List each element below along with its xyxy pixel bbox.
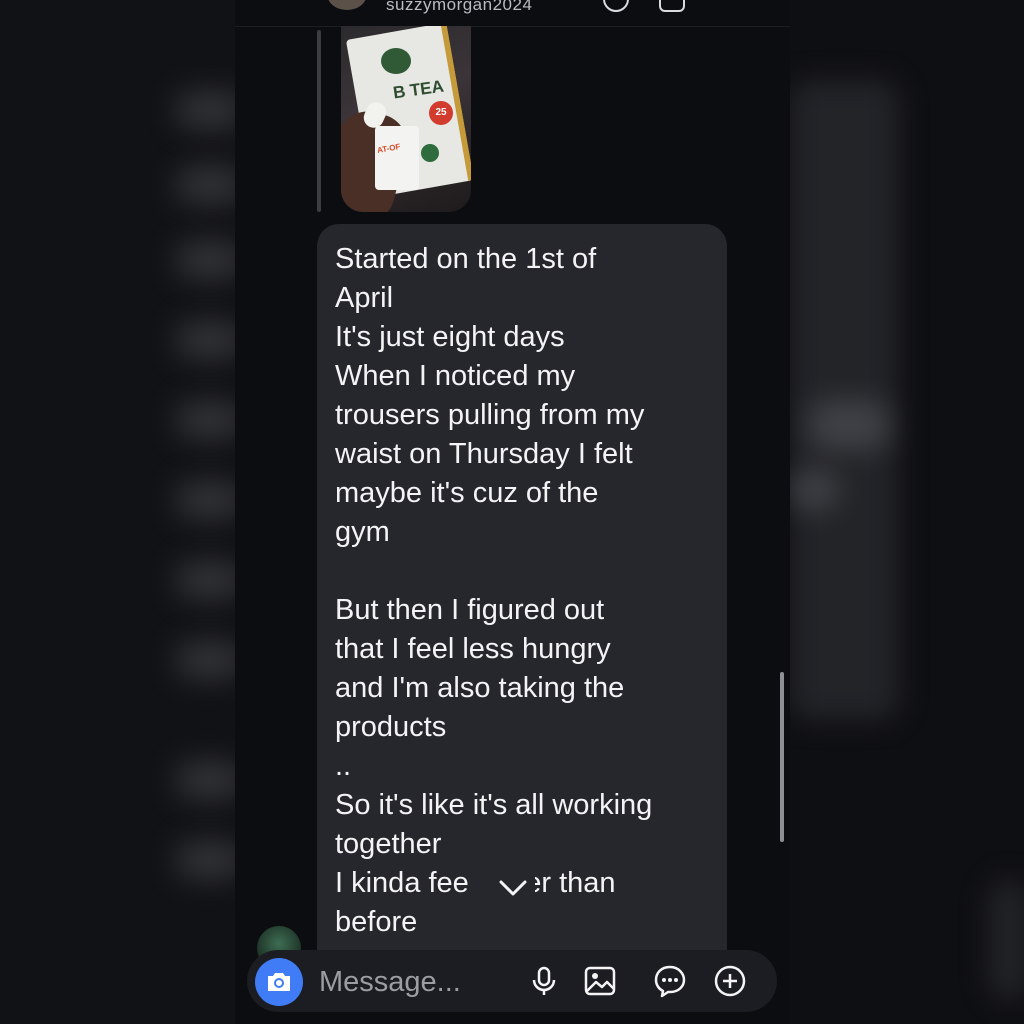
chat-header: suzzymorgan2024 bbox=[235, 0, 790, 27]
message-input[interactable] bbox=[317, 962, 521, 1002]
username[interactable]: suzzymorgan2024 bbox=[386, 0, 532, 15]
camera-icon bbox=[268, 973, 290, 991]
cup bbox=[375, 126, 419, 190]
chevron-down-icon bbox=[499, 880, 527, 896]
blurred-background-right bbox=[789, 0, 1024, 1024]
sticker-icon[interactable] bbox=[653, 964, 687, 998]
blurred-background-left bbox=[0, 0, 235, 1024]
tree-logo-icon bbox=[381, 48, 411, 74]
package-badge: 25 bbox=[429, 101, 453, 125]
scrollbar[interactable] bbox=[780, 672, 784, 842]
message-photo[interactable]: B TEA 25 AT-OF bbox=[341, 26, 471, 212]
profile-avatar[interactable] bbox=[327, 0, 367, 10]
video-icon[interactable] bbox=[659, 0, 685, 12]
scroll-down-button[interactable] bbox=[491, 870, 535, 910]
microphone-icon[interactable] bbox=[527, 964, 561, 998]
info-icon[interactable] bbox=[733, 0, 755, 8]
phone-icon[interactable] bbox=[603, 0, 629, 12]
chat-screen: suzzymorgan2024 B TEA 25 AT-OF Started o… bbox=[235, 0, 790, 1024]
add-icon[interactable] bbox=[713, 964, 747, 998]
message-thread-line bbox=[317, 30, 321, 212]
gallery-icon[interactable] bbox=[583, 964, 617, 998]
package-seal-icon bbox=[421, 144, 439, 162]
camera-button[interactable] bbox=[255, 958, 303, 1006]
message-composer bbox=[247, 950, 777, 1012]
message-text: Started on the 1st of April It's just ei… bbox=[335, 243, 653, 938]
